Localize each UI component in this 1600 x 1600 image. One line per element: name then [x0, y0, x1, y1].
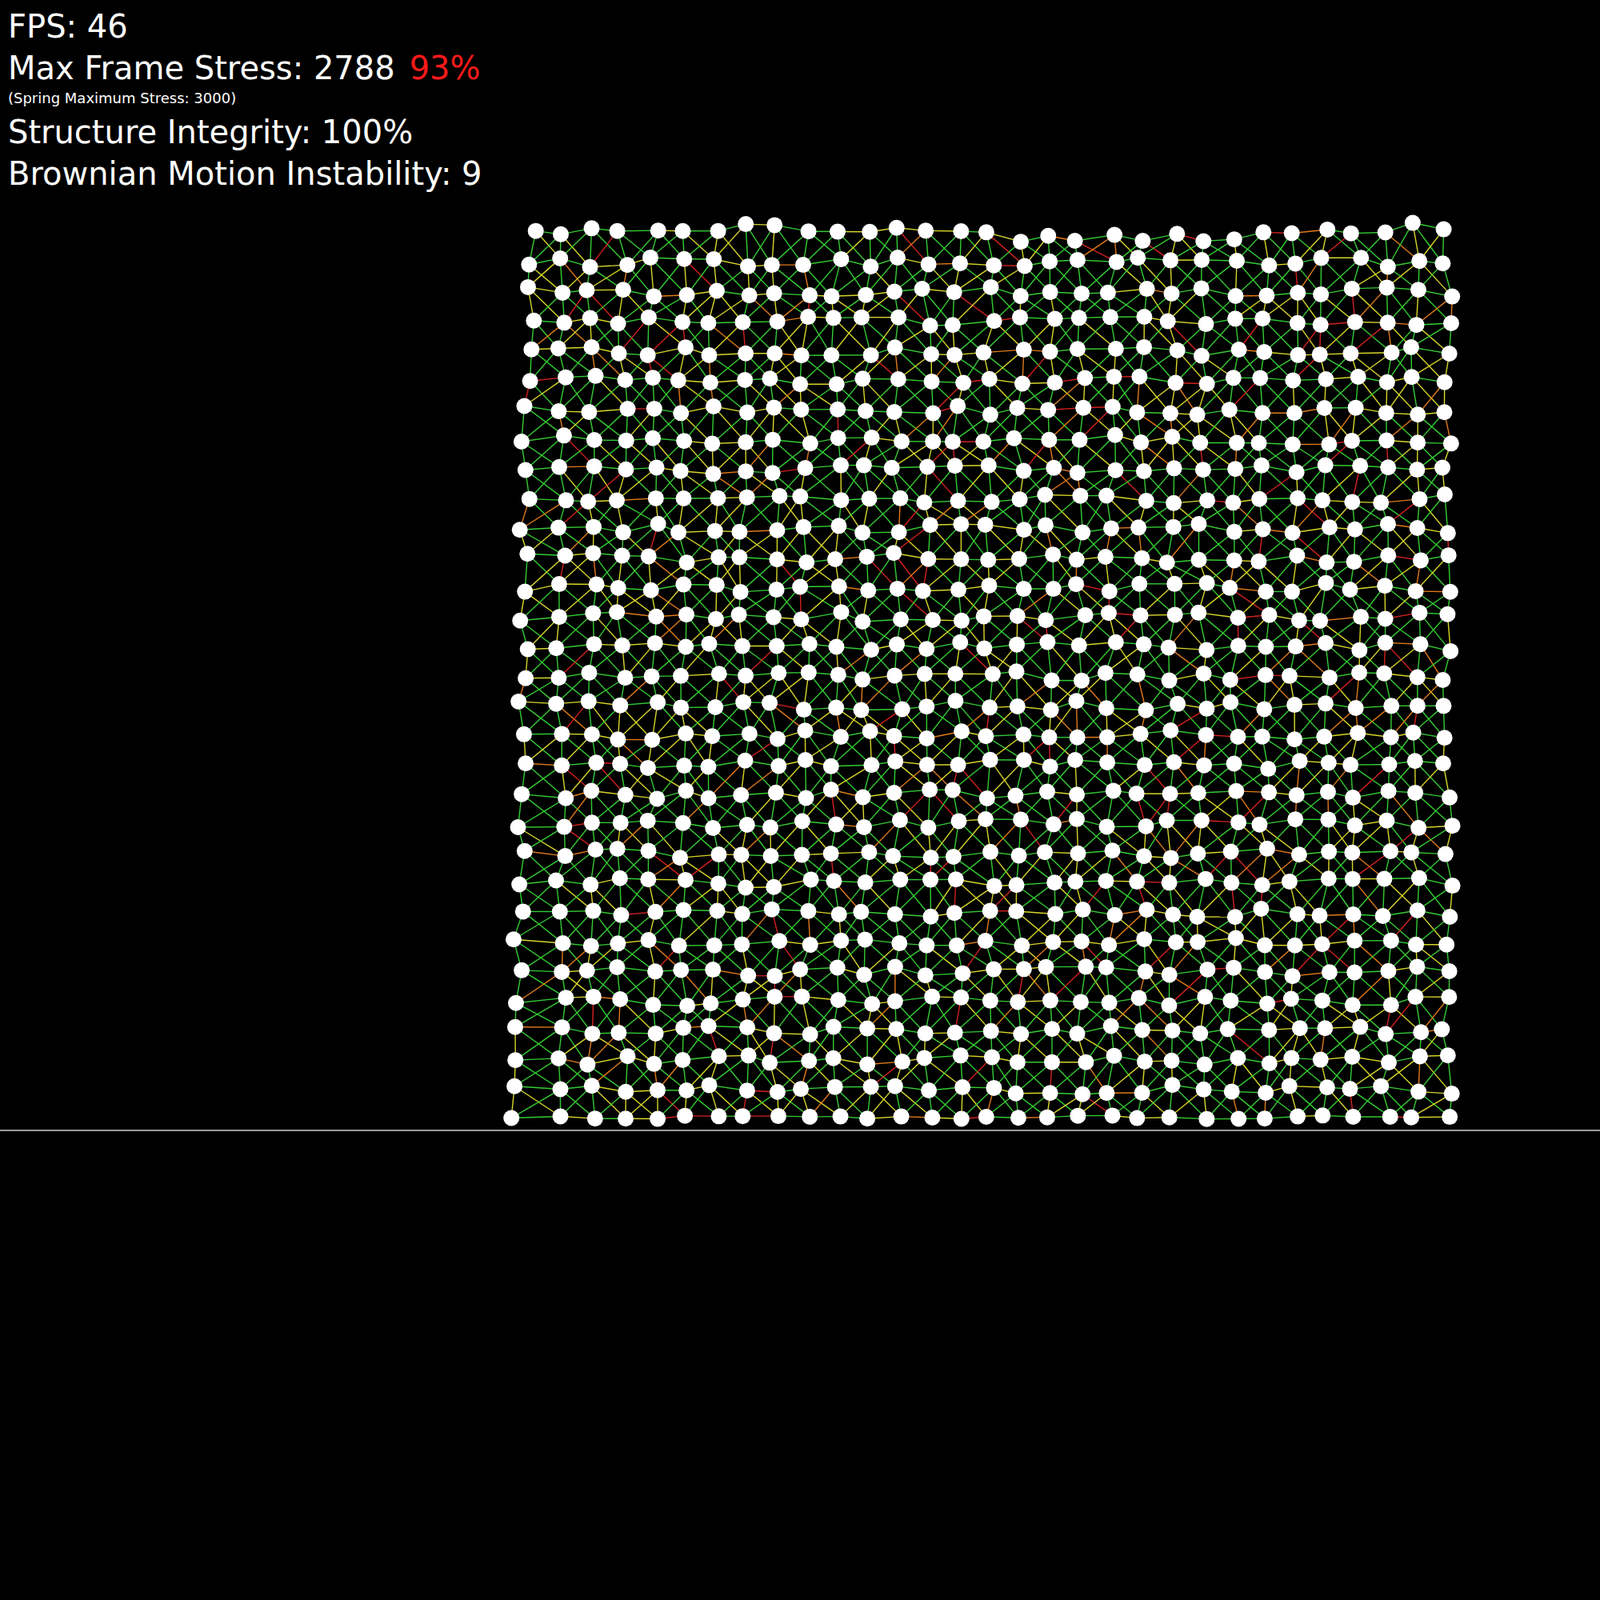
simulation-canvas[interactable] — [0, 0, 1600, 1600]
spring-max-note: (Spring Maximum Stress: 3000) — [8, 89, 236, 108]
simulation-screen: FPS: 46Max Frame Stress: 2788 93% (Spring … — [0, 0, 1600, 1600]
max-stress-readout: Max Frame Stress: 2788 93% — [8, 48, 481, 88]
brownian-readout: Brownian Motion Instability: 9 — [8, 153, 483, 194]
max-stress-percent: 93% — [409, 48, 481, 88]
soft-body-mesh[interactable] — [503, 215, 1460, 1128]
max-stress-label: Max Frame Stress: 2788 — [8, 48, 396, 88]
fps-readout: FPS: 46 — [8, 6, 128, 47]
integrity-readout: Structure Integrity: 100% — [8, 112, 413, 152]
hud: FPS: 46Max Frame Stress: 2788 93% (Spring … — [0, 0, 1600, 194]
